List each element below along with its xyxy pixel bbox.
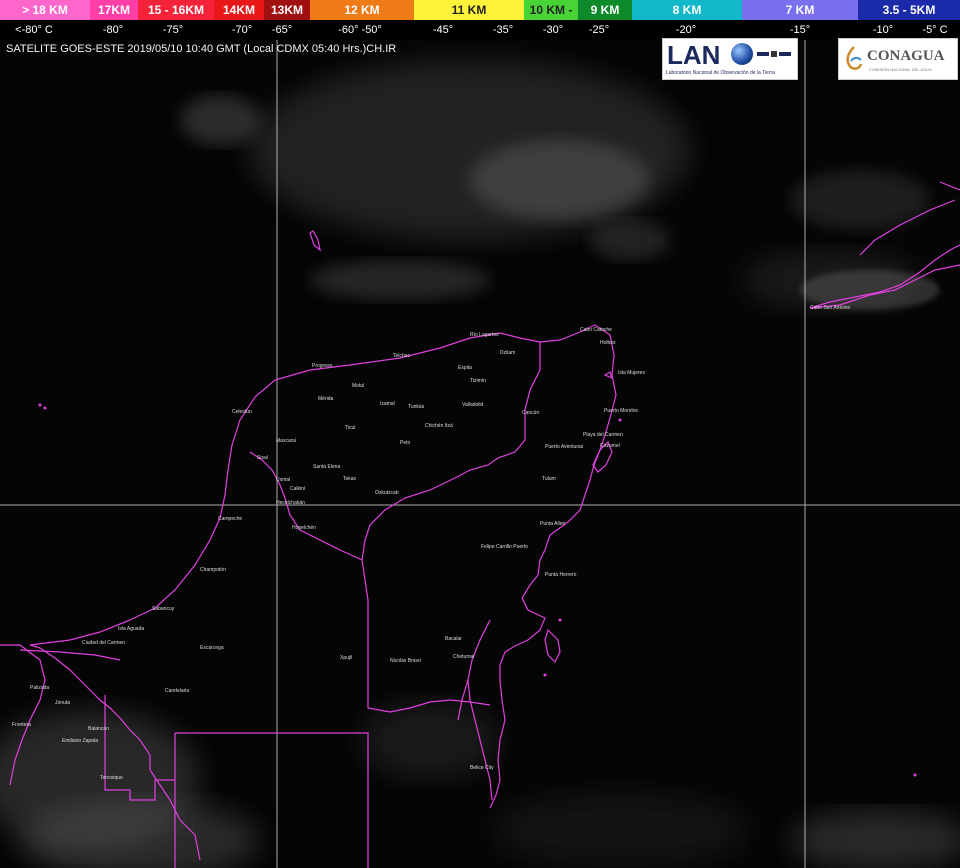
town-label: Tizimín	[470, 378, 486, 384]
legend-segment: 8 KM	[632, 0, 742, 20]
town-label: Campeche	[218, 516, 243, 522]
legend-segment: 11 KM	[414, 0, 524, 20]
town-label: Mérida	[318, 396, 334, 402]
map-layer	[0, 40, 960, 868]
town-label: Hecelchakán	[276, 500, 305, 506]
legend-tick-label: -60° -50°	[338, 24, 382, 36]
town-label: Punta Allen	[540, 521, 566, 527]
town-label: Puerto Aventuras	[545, 444, 584, 450]
town-label: Isla Aguada	[118, 626, 145, 632]
conagua-logo: CONAGUA COMISIÓN NACIONAL DEL AGUA	[838, 38, 958, 80]
legend-segment: 15 - 16KM	[138, 0, 214, 20]
conagua-emblem-icon	[843, 45, 865, 71]
town-label: Bacalar	[445, 636, 462, 642]
town-label: Maxcanú	[276, 438, 297, 444]
legend-segment: 12 KM	[310, 0, 414, 20]
earth-icon	[731, 43, 753, 65]
town-label: Hopelchén	[292, 525, 316, 531]
legend-tick-label: -45°	[432, 24, 454, 36]
town-label: Candelaria	[165, 688, 190, 694]
lano-logo: LAN Laboratorio Nacional de Observación …	[662, 38, 798, 80]
town-label: Chichén Itzá	[425, 423, 453, 429]
town-label: Tulum	[542, 476, 556, 482]
town-label: Cabo Catoche	[580, 327, 612, 333]
town-label: Motul	[352, 383, 365, 389]
town-label: Telchac	[393, 353, 410, 359]
town-label: Palizada	[30, 685, 50, 691]
town-label: Cozumel	[600, 443, 620, 449]
town-label: Ticul	[345, 425, 356, 431]
town-label: Sisal	[257, 455, 268, 461]
town-label: Frontera	[12, 722, 31, 728]
town-label: Chetumal	[453, 654, 475, 660]
town-label: Xpujil	[340, 655, 353, 661]
town-label: Progreso	[312, 363, 333, 369]
lano-logo-title: LAN	[667, 40, 721, 70]
town-label: Tenosique	[100, 775, 123, 781]
town-label: Tekax	[343, 476, 357, 482]
town-label: Izamal	[380, 401, 395, 407]
town-label: Espita	[458, 365, 472, 371]
town-label: Jonuta	[55, 700, 71, 706]
town-label: Tunkás	[408, 404, 425, 410]
town-label: Balancán	[88, 726, 109, 732]
town-label: Punta Herrero	[545, 572, 577, 578]
town-label: Champotón	[200, 567, 226, 573]
legend-segment: > 18 KM	[0, 0, 90, 20]
town-label: Isla Mujeres	[618, 370, 645, 376]
town-label: Felipe Carrillo Puerto	[481, 544, 528, 550]
legend-tick-label: -25°	[588, 24, 610, 36]
temperature-legend: > 18 KM 17KM 15 - 16KM 14KM 13KM 12 KM 11 KM 10…	[0, 0, 960, 40]
legend-segment: 10 KM -	[524, 0, 578, 20]
town-label: Holbox	[600, 340, 616, 346]
town-label: Cancún	[522, 410, 540, 416]
town-label: Playa del Carmen	[583, 432, 623, 438]
legend-tick-label: -65°	[271, 24, 293, 36]
legend-tick-row	[0, 20, 960, 40]
town-label: Uxmal	[276, 477, 291, 483]
legend-tick-label: -20°	[675, 24, 697, 36]
town-label: Nicolás Bravo	[390, 658, 421, 664]
legend-tick-label: -10°	[872, 24, 894, 36]
legend-segment: 3.5 - 5KM	[858, 0, 960, 20]
town-label: Santa Elena	[313, 464, 341, 470]
town-label: Ciudad del Carmen	[82, 640, 126, 646]
legend-tick-label: -5° C	[922, 24, 948, 36]
town-label: Valladolid	[462, 402, 484, 408]
town-label: Dzilam	[500, 350, 516, 356]
town-label: Emiliano Zapata	[62, 738, 99, 744]
town-label: Celestún	[232, 409, 252, 415]
legend-segment: 9 KM	[578, 0, 632, 20]
legend-tick-label: -35°	[492, 24, 514, 36]
legend-segment: 17KM	[90, 0, 138, 20]
legend-tick-label: -70°	[231, 24, 253, 36]
legend-segment: 13KM	[264, 0, 310, 20]
town-label: Peto	[400, 440, 411, 446]
legend-tick-label: -75°	[162, 24, 184, 36]
town-label: Escárcega	[200, 645, 224, 651]
town-label: Cabo San Antonio	[810, 305, 851, 311]
conagua-logo-title: CONAGUA	[867, 48, 945, 64]
legend-tick-label: -30°	[542, 24, 564, 36]
conagua-logo-subtitle: COMISIÓN NACIONAL DEL AGUA	[869, 67, 932, 72]
town-label: Sabancuy	[152, 606, 175, 612]
satellite-map[interactable]: Río Lagartos Dzilam Progreso Telchac Motul Mé…	[0, 40, 960, 868]
legend-segment: 14KM	[214, 0, 264, 20]
town-label: Belice City	[470, 765, 494, 771]
satellite-icon	[757, 47, 791, 59]
legend-tick-label: -15°	[789, 24, 811, 36]
legend-tick-label: <-80° C	[15, 24, 53, 36]
town-label: Oxkutzcab	[375, 490, 399, 496]
town-label: Puerto Morelos	[604, 408, 638, 414]
legend-tick-label: -80°	[102, 24, 124, 36]
satellite-caption: SATELITE GOES-ESTE 2019/05/10 10:40 GMT …	[6, 43, 397, 55]
town-label: Río Lagartos	[470, 332, 499, 338]
legend-segment: 7 KM	[742, 0, 858, 20]
lano-logo-subtitle: Laboratorio Nacional de Observación de l…	[666, 70, 775, 76]
town-label: Calkiní	[290, 486, 306, 492]
